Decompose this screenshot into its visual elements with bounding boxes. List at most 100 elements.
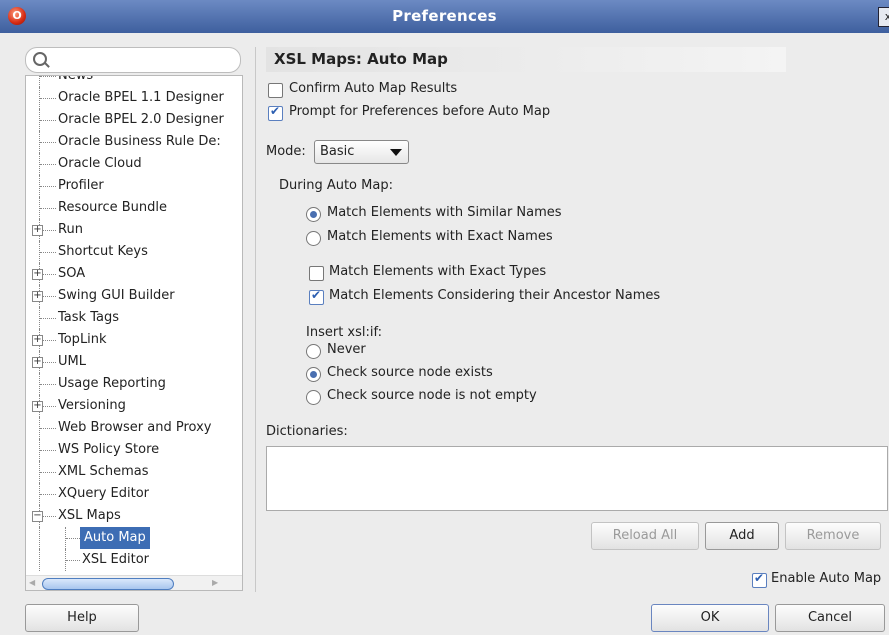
search-input[interactable] bbox=[25, 47, 241, 73]
tree-item-label: Resource Bundle bbox=[58, 200, 168, 215]
dictionaries-list[interactable] bbox=[266, 446, 888, 511]
tree-connector bbox=[40, 164, 56, 165]
tree-item[interactable]: XML Schemas bbox=[26, 461, 226, 483]
tree-item-label: Usage Reporting bbox=[58, 376, 166, 391]
panel-header: XSL Maps: Auto Map bbox=[266, 47, 786, 72]
tree-item[interactable]: Auto Map bbox=[26, 527, 226, 549]
confirm-results-label[interactable]: Confirm Auto Map Results bbox=[289, 81, 457, 96]
tree-item-label: Shortcut Keys bbox=[58, 244, 148, 259]
tree-connector bbox=[40, 318, 56, 319]
tree-item[interactable]: XQuery Editor bbox=[26, 483, 226, 505]
search-icon bbox=[33, 52, 47, 66]
expand-icon[interactable]: + bbox=[32, 335, 43, 346]
tree-item[interactable]: Oracle Business Rule De: bbox=[26, 131, 226, 153]
tree-item-label: Run bbox=[58, 222, 83, 237]
pane-divider[interactable] bbox=[255, 47, 256, 592]
tree-item[interactable]: News bbox=[26, 76, 226, 87]
tree-item-label: TopLink bbox=[58, 332, 107, 347]
enable-automap-checkbox[interactable] bbox=[752, 571, 767, 588]
title-bar: O Preferences x bbox=[0, 0, 889, 33]
remove-button[interactable]: Remove bbox=[785, 522, 881, 550]
help-button[interactable]: Help bbox=[25, 604, 139, 632]
confirm-results-checkbox[interactable] bbox=[268, 83, 283, 98]
tree-connector bbox=[40, 120, 56, 121]
tree-item[interactable]: − XSL Maps bbox=[26, 505, 226, 527]
tree-connector bbox=[40, 142, 56, 143]
tree-connector bbox=[40, 186, 56, 187]
match-types-checkbox[interactable] bbox=[309, 266, 324, 281]
reload-all-button[interactable]: Reload All bbox=[591, 522, 699, 550]
tree-item-label: Oracle Business Rule De: bbox=[58, 134, 221, 149]
insert-xslif-label: Insert xsl:if: bbox=[306, 325, 382, 340]
tree-horizontal-scrollbar[interactable]: ◀ ▶ bbox=[26, 575, 242, 590]
tree-item[interactable]: + Run bbox=[26, 219, 226, 241]
tree-item-label: XQuery Editor bbox=[58, 486, 150, 501]
expand-icon[interactable]: + bbox=[32, 401, 43, 412]
tree-item-label: XSL Maps bbox=[58, 508, 121, 523]
tree-connector bbox=[40, 98, 56, 99]
tree-item[interactable]: + Versioning bbox=[26, 395, 226, 417]
tree-connector bbox=[40, 252, 56, 253]
tree-item[interactable]: + Swing GUI Builder bbox=[26, 285, 226, 307]
check-not-empty-label[interactable]: Check source node is not empty bbox=[327, 388, 537, 403]
enable-automap-label[interactable]: Enable Auto Map bbox=[771, 571, 881, 586]
match-similar-radio[interactable] bbox=[306, 207, 321, 222]
mode-select[interactable]: Basic bbox=[314, 140, 409, 164]
never-label[interactable]: Never bbox=[327, 342, 366, 357]
tree-item[interactable]: Task Tags bbox=[26, 307, 226, 329]
match-exact-radio[interactable] bbox=[306, 231, 321, 246]
tree-item[interactable]: Profiler bbox=[26, 175, 226, 197]
tree-item-label: Profiler bbox=[58, 178, 104, 193]
scroll-left-icon[interactable]: ◀ bbox=[29, 578, 35, 587]
collapse-icon[interactable]: − bbox=[32, 511, 43, 522]
tree-item-label: Oracle BPEL 1.1 Designer bbox=[58, 90, 224, 105]
window-title: Preferences bbox=[392, 7, 497, 25]
tree-item[interactable]: Web Browser and Proxy bbox=[26, 417, 226, 439]
expand-icon[interactable]: + bbox=[32, 291, 43, 302]
expand-icon[interactable]: + bbox=[32, 357, 43, 368]
match-types-label[interactable]: Match Elements with Exact Types bbox=[329, 264, 546, 279]
add-button[interactable]: Add bbox=[705, 522, 779, 550]
tree-item[interactable]: Oracle BPEL 2.0 Designer bbox=[26, 109, 226, 131]
tree-item-label: Oracle BPEL 2.0 Designer bbox=[58, 112, 224, 127]
match-exact-label[interactable]: Match Elements with Exact Names bbox=[327, 229, 553, 244]
match-ancestor-label[interactable]: Match Elements Considering their Ancesto… bbox=[329, 288, 660, 303]
tree-item-label: XML Schemas bbox=[58, 464, 149, 479]
tree-item[interactable]: + UML bbox=[26, 351, 226, 373]
tree-item[interactable]: XSL Editor bbox=[26, 549, 226, 571]
tree-item[interactable]: Oracle Cloud bbox=[26, 153, 226, 175]
ok-button[interactable]: OK bbox=[651, 604, 769, 632]
never-radio[interactable] bbox=[306, 344, 321, 359]
prompt-preferences-label[interactable]: Prompt for Preferences before Auto Map bbox=[289, 104, 550, 119]
check-not-empty-radio[interactable] bbox=[306, 390, 321, 405]
prompt-preferences-checkbox[interactable] bbox=[268, 104, 283, 121]
match-similar-label[interactable]: Match Elements with Similar Names bbox=[327, 205, 562, 220]
tree-item[interactable]: Oracle BPEL 1.1 Designer bbox=[26, 87, 226, 109]
tree-item[interactable]: Resource Bundle bbox=[26, 197, 226, 219]
page-title: XSL Maps: Auto Map bbox=[274, 50, 448, 68]
tree-connector bbox=[40, 472, 56, 473]
tree-item-label: XSL Editor bbox=[82, 552, 150, 567]
preferences-tree[interactable]: News Oracle BPEL 1.1 Designer Oracle BPEL … bbox=[25, 75, 243, 591]
tree-connector bbox=[66, 560, 80, 561]
expand-icon[interactable]: + bbox=[32, 225, 43, 236]
scroll-right-icon[interactable]: ▶ bbox=[212, 578, 218, 587]
mode-label: Mode: bbox=[266, 144, 306, 159]
horizontal-scroll-thumb[interactable] bbox=[42, 578, 174, 590]
tree-item-label: WS Policy Store bbox=[58, 442, 160, 457]
tree-item[interactable]: + TopLink bbox=[26, 329, 226, 351]
close-icon[interactable]: x bbox=[878, 7, 889, 27]
tree-connector bbox=[40, 428, 56, 429]
tree-item[interactable]: WS Policy Store bbox=[26, 439, 226, 461]
match-ancestor-checkbox[interactable] bbox=[309, 288, 324, 305]
check-exists-label[interactable]: Check source node exists bbox=[327, 365, 493, 380]
tree-item[interactable]: Shortcut Keys bbox=[26, 241, 226, 263]
cancel-button[interactable]: Cancel bbox=[775, 604, 885, 632]
tree-connector bbox=[40, 494, 56, 495]
expand-icon[interactable]: + bbox=[32, 269, 43, 280]
tree-connector bbox=[40, 384, 56, 385]
tree-item[interactable]: + SOA bbox=[26, 263, 226, 285]
tree-item[interactable]: Usage Reporting bbox=[26, 373, 226, 395]
tree-item-label: Task Tags bbox=[58, 310, 119, 325]
check-exists-radio[interactable] bbox=[306, 367, 321, 382]
